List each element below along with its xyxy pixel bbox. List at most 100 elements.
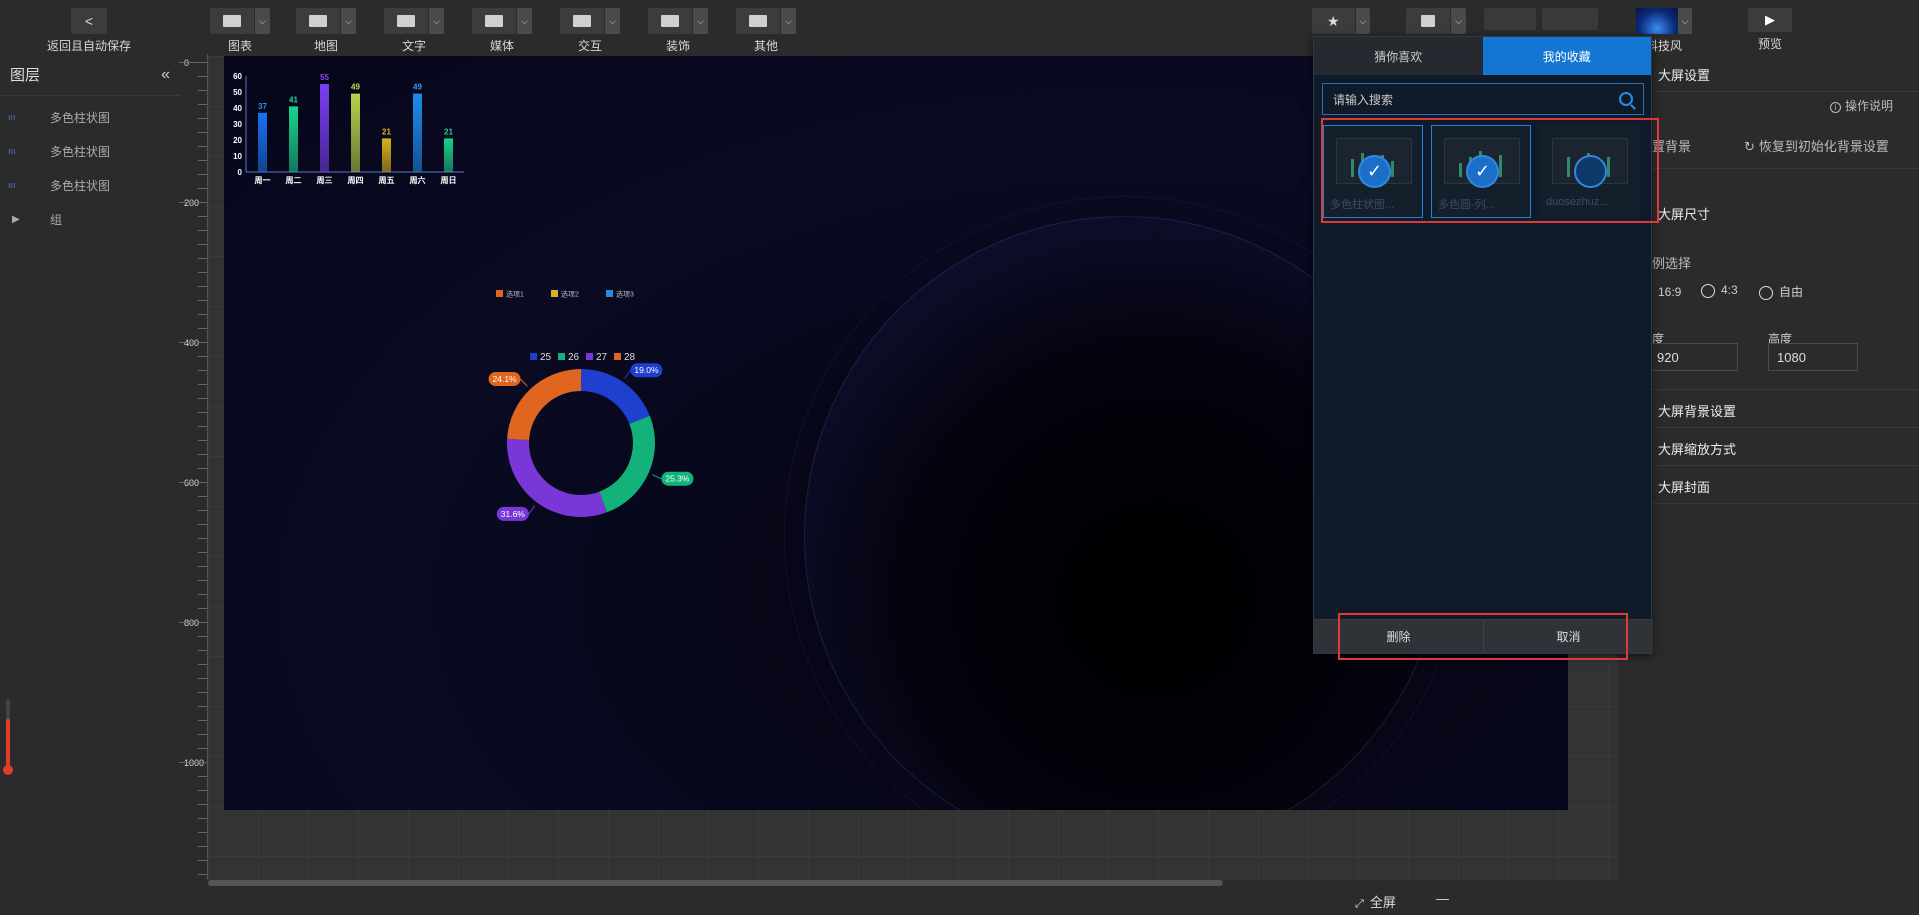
toolbar-map-button[interactable]: ⌵ 地图 xyxy=(296,8,356,53)
ruler-tick xyxy=(198,860,207,861)
bar xyxy=(289,106,298,172)
chevron-down-icon[interactable]: ⌵ xyxy=(1678,8,1692,34)
zoom-out-button[interactable]: — xyxy=(1436,891,1449,906)
ruler-tick xyxy=(179,202,207,203)
y-tick-label: 30 xyxy=(233,120,242,129)
chevron-down-icon[interactable]: ⌵ xyxy=(780,8,796,34)
popup-tabs: 猜你喜欢 我的收藏 xyxy=(1314,37,1651,75)
legend-label: 选项1 xyxy=(506,290,524,299)
ruler-label: 1000 xyxy=(184,758,205,768)
zoom-slider-fill xyxy=(6,719,10,769)
x-tick-label: 周五 xyxy=(379,176,395,185)
chevron-down-icon[interactable]: ⌵ xyxy=(340,8,356,34)
chevron-down-icon[interactable]: ⌵ xyxy=(604,8,620,34)
y-tick-label: 10 xyxy=(233,152,242,161)
radio-button[interactable] xyxy=(1759,285,1773,300)
x-tick-label: 周日 xyxy=(441,176,457,185)
layer-item[interactable]: ııı 多色柱状图 xyxy=(0,168,180,202)
ruler-tick xyxy=(198,608,207,609)
other-icon xyxy=(749,15,767,27)
label-leader xyxy=(652,474,662,480)
ruler-tick xyxy=(198,398,207,399)
layer-item[interactable]: ııı 多色柱状图 xyxy=(0,100,180,134)
legend-swatch xyxy=(606,290,613,297)
caret-right-icon[interactable]: ▶ xyxy=(8,214,26,225)
reset-background-link[interactable]: ↻ 恢复到初始化背景设置 xyxy=(1744,136,1889,155)
x-tick-label: 周四 xyxy=(348,176,364,185)
bar-chart[interactable]: 0 10 20 30 40 50 60 37 周一 41 周二 55 周三 49 周四 21 周五 49 周六 21 周… xyxy=(224,60,464,190)
chevron-down-icon[interactable]: ⌵ xyxy=(428,8,444,34)
layer-group[interactable]: ▶ 组 xyxy=(0,202,180,236)
ruler-tick xyxy=(198,664,207,665)
ruler-tick xyxy=(198,496,207,497)
chevron-down-icon[interactable]: ⌵ xyxy=(254,8,270,34)
chart-icon xyxy=(223,15,241,27)
ruler-tick xyxy=(198,104,207,105)
section-label: 大屏背景设置 xyxy=(1658,404,1737,419)
ruler-label: 0 xyxy=(184,58,190,68)
ruler-tick xyxy=(198,160,207,161)
y-tick-label: 40 xyxy=(233,104,242,113)
section-background-settings[interactable]: 大屏背景设置 xyxy=(1620,390,1919,428)
search-icon[interactable] xyxy=(1619,92,1633,106)
preview-button[interactable]: ▶ 预览 xyxy=(1748,8,1792,52)
bar-value-label: 37 xyxy=(258,102,267,111)
data-label: 19.0% xyxy=(634,365,659,375)
ratio-option-4-3[interactable]: 4:3 xyxy=(1701,283,1738,298)
legend-label: 28 xyxy=(624,352,636,363)
map-icon xyxy=(309,15,327,27)
back-save-button[interactable]: < 返回且自动保存 xyxy=(46,8,132,53)
toolbar-interaction-button[interactable]: ⌵ 交互 xyxy=(560,8,620,53)
chevron-down-icon[interactable]: ⌵ xyxy=(692,8,708,34)
ruler-tick xyxy=(198,804,207,805)
vertical-ruler: 0 200 400 600 800 1000 xyxy=(179,54,208,880)
chevron-down-icon[interactable]: ⌵ xyxy=(516,8,532,34)
ruler-tick xyxy=(198,566,207,567)
toolbar-text-button[interactable]: ⌵ 文字 xyxy=(384,8,444,53)
ruler-tick xyxy=(198,510,207,511)
ruler-tick xyxy=(198,244,207,245)
ratio-option-16-9[interactable]: 16:9 xyxy=(1658,285,1681,299)
bar xyxy=(320,84,329,172)
bar-value-label: 55 xyxy=(320,73,329,82)
ruler-tick xyxy=(198,468,207,469)
y-tick-label: 50 xyxy=(233,88,242,97)
tab-my-favorites[interactable]: 我的收藏 xyxy=(1482,37,1651,75)
bar-chart-icon: ııı xyxy=(8,180,16,190)
ratio-option-label: 4:3 xyxy=(1721,283,1738,297)
search-input[interactable]: 请输入搜索 xyxy=(1322,83,1644,115)
size-section-title: 大屏尺寸 xyxy=(1658,207,1711,222)
collapse-double-chevron-icon[interactable]: « xyxy=(161,66,170,84)
bar xyxy=(258,112,267,172)
toolbar-other-button[interactable]: ⌵ 其他 xyxy=(736,8,796,53)
help-link[interactable]: i 操作说明 xyxy=(1830,97,1893,114)
chevron-down-icon[interactable]: ⌵ xyxy=(1354,8,1370,34)
radio-button[interactable] xyxy=(1701,283,1715,298)
zoom-slider-handle[interactable] xyxy=(3,765,13,775)
ruler-tick xyxy=(198,636,207,637)
ruler-tick xyxy=(198,650,207,651)
section-cover[interactable]: 大屏封面 xyxy=(1620,466,1919,504)
chevron-down-icon[interactable]: ⌵ xyxy=(1450,8,1466,34)
toolbar-media-button[interactable]: ⌵ 媒体 xyxy=(472,8,532,53)
tab-recommended[interactable]: 猜你喜欢 xyxy=(1314,37,1483,75)
legend-swatch xyxy=(586,353,593,360)
empty-bar-chart[interactable]: 选项1 选项2 选项3 xyxy=(492,284,662,304)
zoom-slider[interactable] xyxy=(3,699,13,775)
donut-chart[interactable]: 25 26 27 28 19.0% 25.3% 31.6% 24.1% xyxy=(480,346,700,546)
legend-swatch xyxy=(530,353,537,360)
toolbar-decoration-button[interactable]: ⌵ 装饰 xyxy=(648,8,708,53)
label-leader xyxy=(624,369,631,379)
settings-panel: 大屏设置 i 操作说明 置背景 ↻ 恢复到初始化背景设置 大屏尺寸 例选择 16:9… xyxy=(1620,54,1919,915)
fullscreen-button[interactable]: ⤢ 全屏 xyxy=(1355,892,1396,911)
layer-item-label: 多色柱状图 xyxy=(50,110,111,125)
layer-item[interactable]: ııı 多色柱状图 xyxy=(0,134,180,168)
ratio-option-free[interactable]: 自由 xyxy=(1759,283,1803,300)
ruler-tick xyxy=(198,734,207,735)
toolbar-chart-button[interactable]: ⌵ 图表 xyxy=(210,8,270,53)
section-scale-mode[interactable]: 大屏缩放方式 xyxy=(1620,428,1919,466)
bar-value-label: 49 xyxy=(413,83,422,92)
ruler-tick xyxy=(198,790,207,791)
reset-background-label: 恢复到初始化背景设置 xyxy=(1758,139,1889,154)
ruler-tick xyxy=(198,818,207,819)
